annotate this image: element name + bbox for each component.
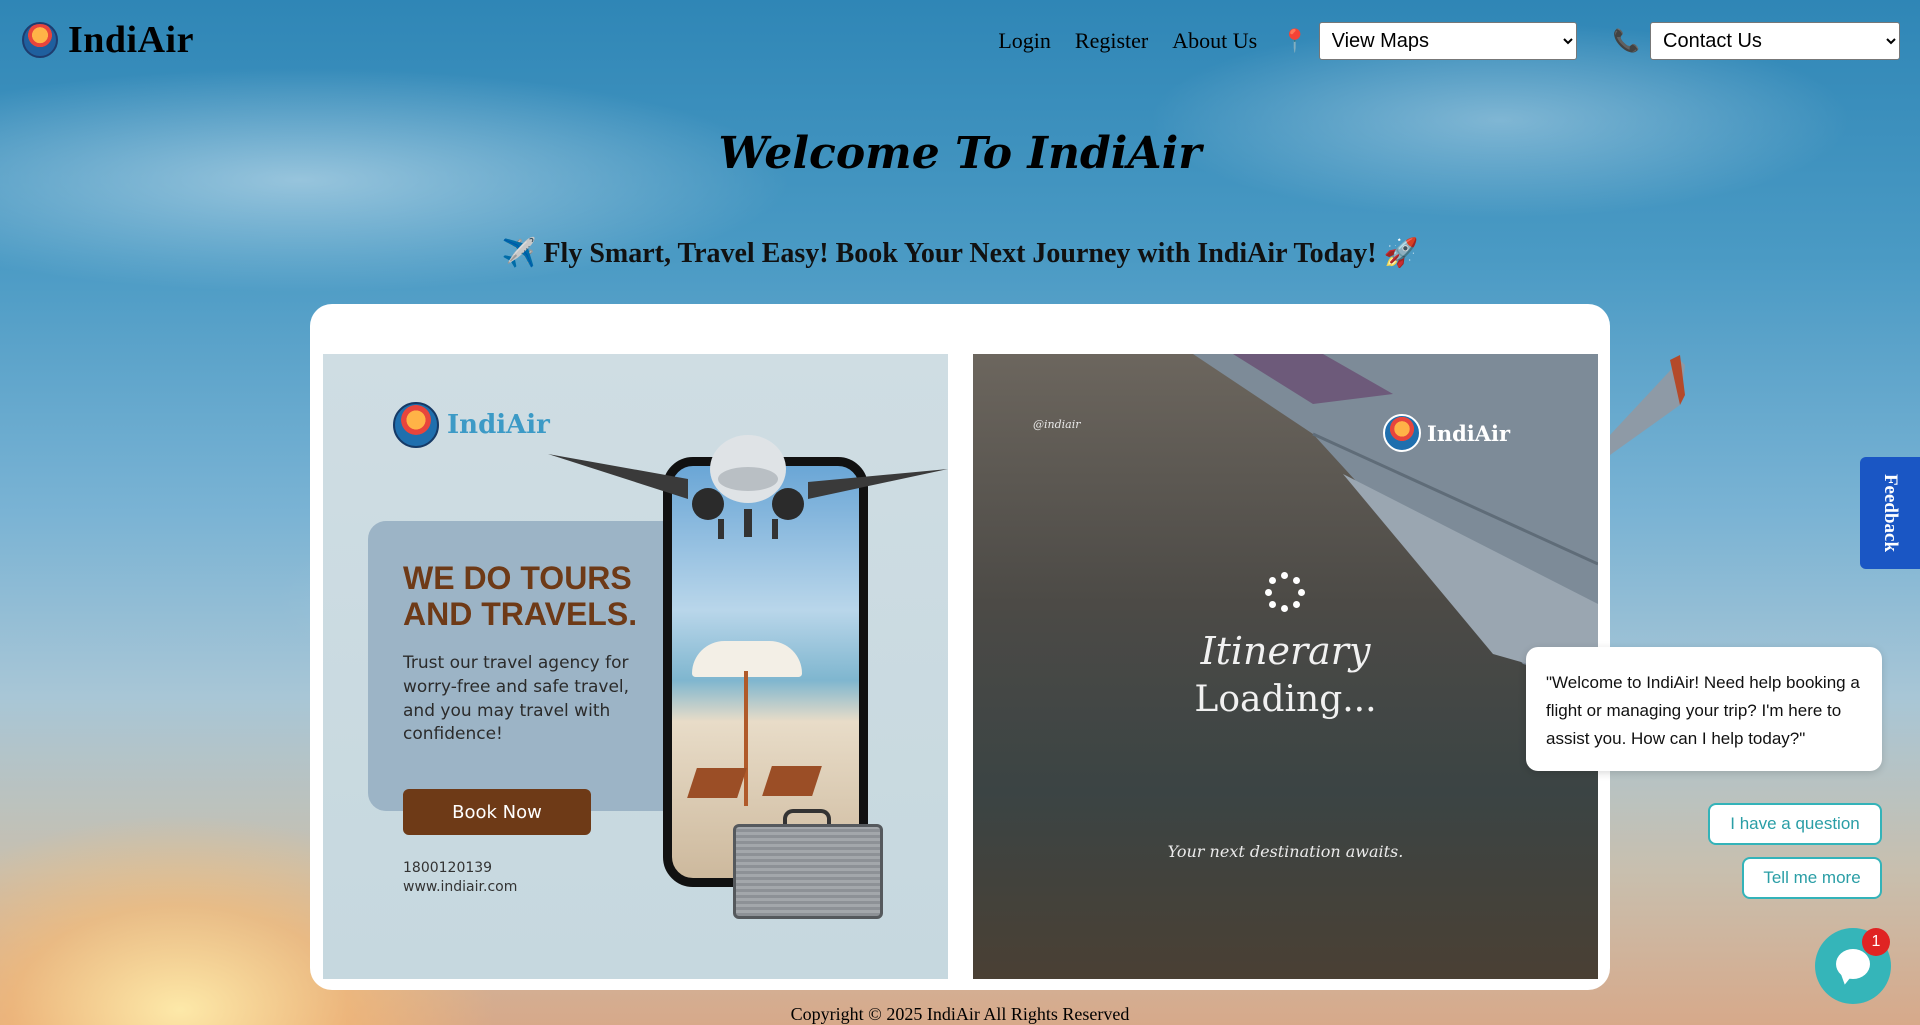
feedback-label: Feedback bbox=[1880, 473, 1902, 553]
promo-card: IndiAir WE DO TOURS AND TRAVELS. Trust o… bbox=[310, 304, 1610, 990]
tell-me-more-button[interactable]: Tell me more bbox=[1742, 857, 1882, 899]
background-plane-wing bbox=[1610, 355, 1685, 455]
map-pin-icon: 📍 bbox=[1281, 28, 1309, 53]
loading-spinner-icon bbox=[1265, 572, 1305, 612]
indiair-logo-icon bbox=[393, 402, 439, 448]
brand-name: IndiAir bbox=[68, 19, 194, 61]
ad-social-handle: @indiair bbox=[1033, 418, 1081, 431]
indiair-logo-icon bbox=[1383, 414, 1421, 452]
have-question-button[interactable]: I have a question bbox=[1708, 803, 1882, 845]
rocket-icon: 🚀 bbox=[1383, 238, 1419, 269]
airplane-icon: ✈️ bbox=[501, 238, 537, 269]
beach-chair bbox=[762, 766, 822, 796]
book-now-button[interactable]: Book Now bbox=[403, 789, 591, 835]
copyright-text: Copyright © 2025 IndiAir All Rights Rese… bbox=[790, 1004, 1130, 1024]
phone-icon: 📞 bbox=[1612, 28, 1640, 53]
ad-heading: WE DO TOURS AND TRAVELS. bbox=[403, 560, 638, 632]
airplane-illustration bbox=[548, 435, 948, 539]
ad-logo-text: IndiAir bbox=[1427, 420, 1511, 446]
about-us-link[interactable]: About Us bbox=[1172, 28, 1257, 54]
login-link[interactable]: Login bbox=[998, 28, 1051, 54]
tagline: ✈️ Fly Smart, Travel Easy! Book Your Nex… bbox=[0, 236, 1920, 270]
ad-logo: IndiAir bbox=[1383, 414, 1510, 452]
destination-subtitle: Your next destination awaits. bbox=[1167, 842, 1404, 861]
unread-badge: 1 bbox=[1862, 928, 1890, 956]
top-nav: Login Register About Us 📍 View Maps 📞 Co… bbox=[998, 22, 1900, 60]
contact-us-select[interactable]: Contact Us bbox=[1650, 22, 1900, 60]
ad-phone-number: 1800120139 bbox=[403, 860, 493, 876]
ad-website: www.indiair.com bbox=[403, 878, 518, 895]
loading-title: Loading... bbox=[1194, 679, 1377, 720]
ad-logo: IndiAir bbox=[393, 402, 550, 448]
itinerary-ad-panel: @indiair IndiAir Itinerary Loading... Yo… bbox=[973, 354, 1598, 979]
tours-ad-panel: IndiAir WE DO TOURS AND TRAVELS. Trust o… bbox=[323, 354, 948, 979]
tagline-text: Fly Smart, Travel Easy! Book Your Next J… bbox=[543, 238, 1377, 269]
chat-greeting-message: "Welcome to IndiAir! Need help booking a… bbox=[1526, 647, 1882, 771]
suitcase-illustration bbox=[733, 824, 883, 919]
ad-logo-text: IndiAir bbox=[447, 410, 550, 440]
feedback-tab[interactable]: Feedback bbox=[1860, 457, 1920, 569]
page-title: Welcome To IndiAir bbox=[718, 128, 1202, 179]
brand[interactable]: IndiAir bbox=[22, 18, 194, 62]
itinerary-title: Itinerary bbox=[1200, 629, 1371, 673]
ad-body-text: Trust our travel agency for worry-free a… bbox=[403, 653, 630, 745]
beach-chair bbox=[687, 768, 747, 798]
ad-contact: 1800120139 www.indiair.com bbox=[403, 859, 517, 897]
indiair-logo-icon bbox=[22, 22, 58, 58]
umbrella-pole bbox=[744, 671, 748, 806]
view-maps-select[interactable]: View Maps bbox=[1318, 22, 1577, 60]
register-link[interactable]: Register bbox=[1075, 28, 1148, 54]
